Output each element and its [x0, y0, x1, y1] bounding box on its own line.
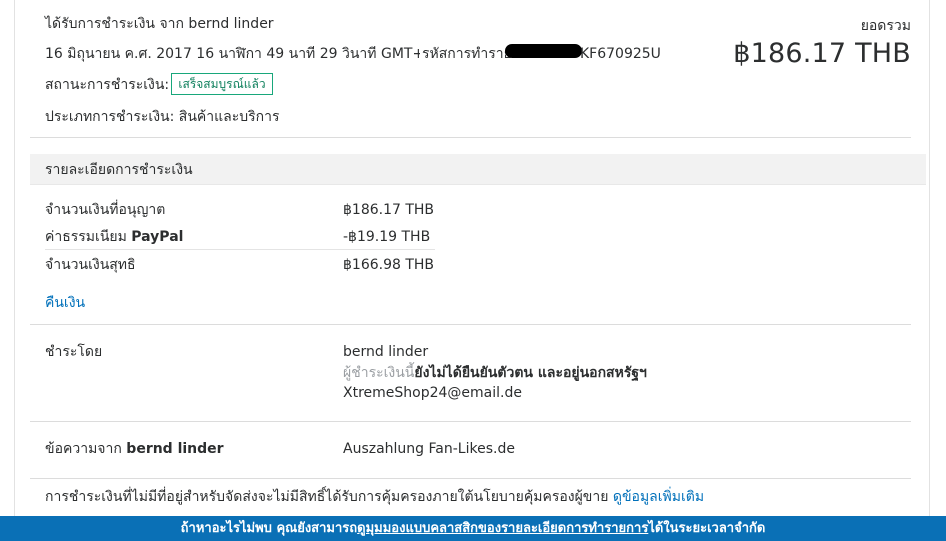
payer-name: bernd linder: [343, 344, 429, 360]
transaction-id-suffix[interactable]: KF670925U: [580, 45, 661, 63]
payer-email: XtremeShop24@email.de: [343, 385, 522, 401]
learn-more-link[interactable]: ดูข้อมูลเพิ่มเติม: [613, 489, 704, 505]
fee-divider: [45, 249, 435, 250]
message-sender: bernd linder: [126, 441, 224, 457]
banner-text-end: ได้ในระยะเวลาจำกัด: [648, 521, 766, 536]
divider: [30, 324, 911, 325]
classic-view-link[interactable]: ดูมุมมองแบบคลาสสิกของรายละเอียดการทำรายก…: [357, 521, 648, 536]
classic-view-banner: ถ้าหาอะไรไม่พบ คุณยังสามารถดูมุมมองแบบคล…: [0, 516, 946, 541]
total-label: ยอดรวม: [860, 18, 911, 34]
details-title: รายละเอียดการชำระเงิน: [45, 162, 193, 178]
authorized-amount-value: ฿186.17 THB: [343, 202, 435, 218]
transaction-datetime: 16 มิถุนายน ค.ศ. 2017 16 นาฬิกา 49 นาที …: [45, 46, 465, 62]
fee-label: ค่าธรรมเนียม PayPal: [45, 228, 183, 246]
fee-label-paypal: PayPal: [131, 229, 184, 245]
seller-protection-note: การชำระเงินที่ไม่มีที่อยู่สำหรับจัดส่งจะ…: [45, 488, 704, 506]
payer-status-bold: ยังไม่ได้ยืนยันตัวตน และอยู่นอกสหรัฐฯ: [414, 365, 647, 381]
received-from-text: ได้รับการชำระเงิน จาก bernd linder: [45, 16, 274, 32]
paid-by-label: ชำระโดย: [45, 344, 103, 360]
total-amount: ฿186.17 THB: [733, 38, 911, 69]
message-label: ข้อความจาก bernd linder: [45, 440, 224, 458]
authorized-amount-label: จำนวนเงินที่อนุญาต: [45, 202, 166, 218]
payment-type: ประเภทการชำระเงิน: สินค้าและบริการ: [45, 109, 280, 125]
divider: [30, 421, 911, 422]
status-badge: เสร็จสมบูรณ์แล้ว: [171, 73, 273, 95]
refund-link[interactable]: คืนเงิน: [45, 294, 85, 312]
payment-status-label: สถานะการชำระเงิน:: [45, 77, 170, 93]
message-text: Auszahlung Fan-Likes.de: [343, 441, 515, 457]
divider: [30, 478, 911, 479]
payer-status-prefix: ผู้ชำระเงินนี้: [343, 365, 415, 381]
payer-verification-status: ผู้ชำระเงินนี้ยังไม่ได้ยืนยันตัวตน และอย…: [343, 364, 647, 382]
net-amount-value: ฿166.98 THB: [343, 257, 435, 273]
protection-text: การชำระเงินที่ไม่มีที่อยู่สำหรับจัดส่งจะ…: [45, 489, 613, 505]
fee-value: -฿19.19 THB: [343, 229, 431, 245]
fee-label-text: ค่าธรรมเนียม: [45, 229, 132, 245]
redaction-mark: [505, 44, 582, 58]
banner-text-start: ถ้าหาอะไรไม่พบ คุณยังสามารถ: [180, 521, 358, 536]
net-amount-label: จำนวนเงินสุทธิ: [45, 257, 136, 273]
divider: [30, 137, 911, 138]
message-label-prefix: ข้อความจาก: [45, 441, 127, 457]
